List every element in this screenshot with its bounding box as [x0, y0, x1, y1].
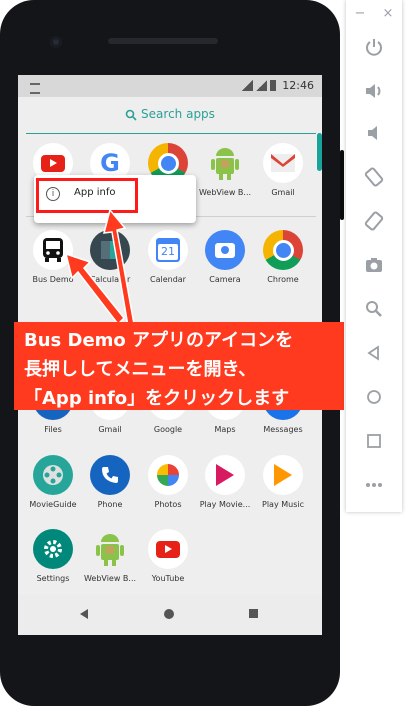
- callout-line-3: 「App info」をクリックします: [24, 388, 290, 409]
- close-icon[interactable]: ×: [383, 6, 394, 21]
- emulator-toolbar: − ×: [346, 0, 402, 512]
- volume-up-icon[interactable]: [346, 76, 402, 106]
- home-icon[interactable]: [346, 382, 402, 412]
- callout-line-2: 長押ししてメニューを開き、: [24, 359, 257, 380]
- power-icon[interactable]: [346, 32, 402, 62]
- rotate-right-icon[interactable]: [346, 206, 402, 236]
- screenshot-icon[interactable]: [346, 250, 402, 280]
- rotate-left-icon[interactable]: [346, 162, 402, 192]
- callout-line-1: Bus Demo アプリのアイコンを: [24, 330, 294, 351]
- overview-icon[interactable]: [346, 426, 402, 456]
- volume-down-icon[interactable]: [346, 118, 402, 148]
- instruction-callout: Bus Demo アプリのアイコンを 長押ししてメニューを開き、 「App in…: [14, 322, 344, 410]
- zoom-icon[interactable]: [346, 294, 402, 324]
- more-icon[interactable]: [346, 470, 402, 500]
- minimize-icon[interactable]: −: [355, 6, 366, 21]
- back-icon[interactable]: [346, 338, 402, 368]
